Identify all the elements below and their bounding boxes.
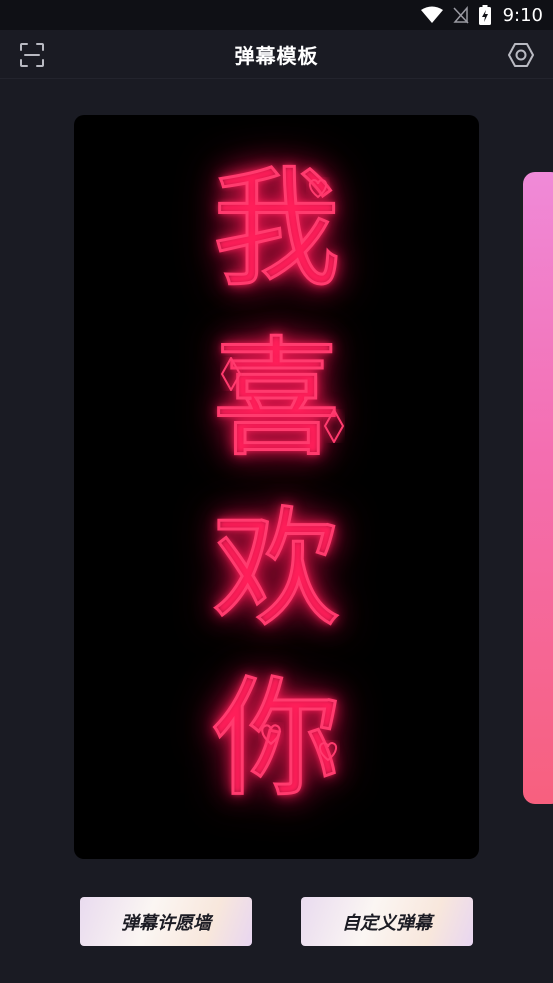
status-bar: 9:10	[0, 0, 553, 30]
neon-text: 我 喜 欢 你	[74, 154, 479, 816]
page-title: 弹幕模板	[234, 44, 319, 68]
settings-button[interactable]	[506, 40, 536, 70]
battery-charging-icon	[478, 5, 491, 25]
sparkle-icon	[323, 409, 345, 443]
neon-char-3: 欢	[211, 494, 342, 646]
neon-char-2: 喜	[211, 324, 342, 476]
no-signal-icon	[452, 6, 469, 24]
status-icons: 9:10	[420, 4, 543, 26]
heart-icon	[261, 724, 281, 746]
next-template-card[interactable]	[523, 172, 553, 804]
template-preview-card[interactable]: 我 喜 欢 你	[74, 115, 479, 859]
wifi-icon	[420, 6, 443, 23]
status-time: 9:10	[502, 4, 543, 26]
settings-icon	[508, 43, 534, 67]
wish-wall-button[interactable]: 弹幕许愿墙	[80, 897, 252, 946]
heart-icon	[308, 178, 328, 199]
heart-icon	[318, 741, 338, 762]
custom-danmaku-button[interactable]: 自定义弹幕	[301, 897, 473, 946]
app-bar: 弹幕模板	[0, 30, 553, 79]
sparkle-icon	[220, 357, 242, 391]
